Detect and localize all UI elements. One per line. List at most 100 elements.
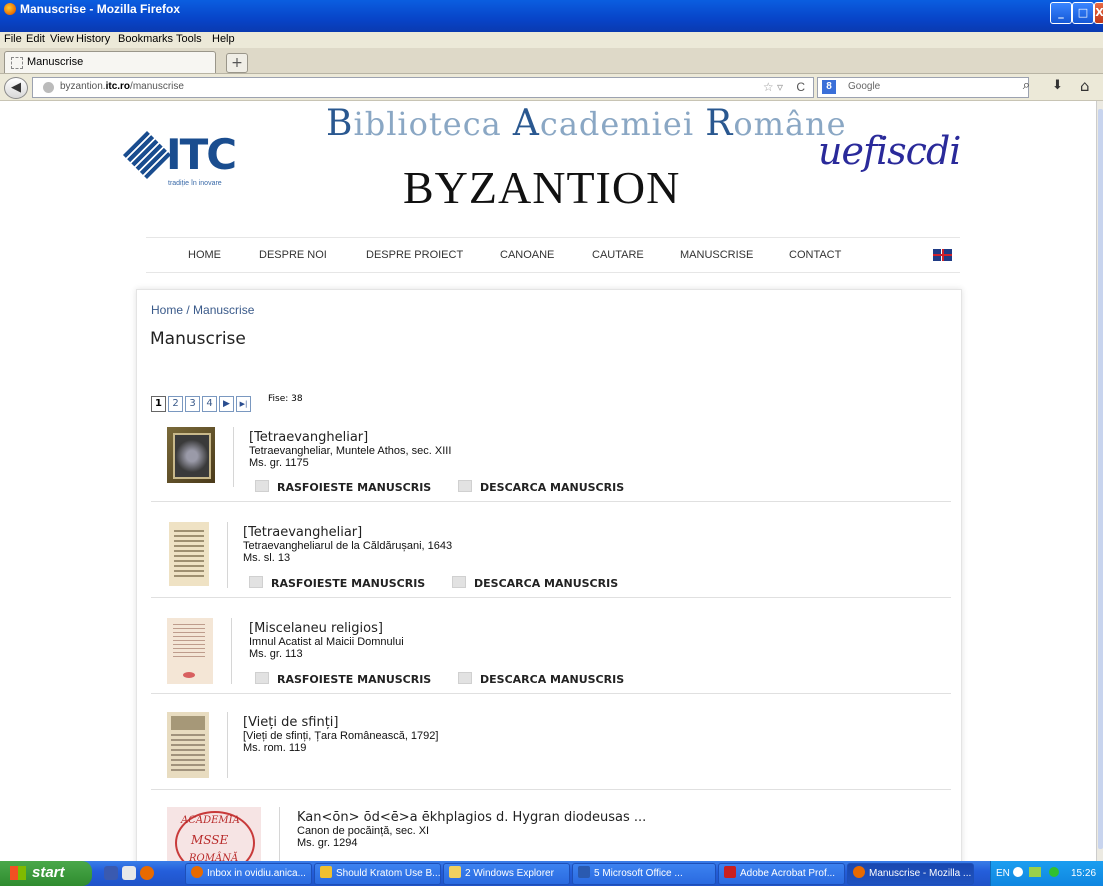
manuscript-entry: [Vieți de sfinți] [Vieți de sfinți, Țara… <box>151 693 951 790</box>
download-manuscript-button[interactable]: DESCARCA MANUSCRIS <box>458 672 624 686</box>
english-flag-icon[interactable] <box>933 249 952 261</box>
menu-help[interactable]: Help <box>212 33 235 45</box>
menu-bookmarks[interactable]: Bookmarks <box>118 33 173 45</box>
taskbar-item[interactable]: Should Kratom Use B... <box>314 863 441 885</box>
bookmark-star-icon[interactable]: ☆ ▿ <box>763 80 783 94</box>
url-text: byzantion.itc.ro/manuscrise <box>60 81 184 92</box>
manuscript-thumbnail[interactable] <box>167 618 213 684</box>
itc-logo[interactable]: ITC tradiție în inovare <box>122 130 243 188</box>
taskbar-item[interactable]: 2 Windows Explorer <box>443 863 570 885</box>
browse-manuscript-button[interactable]: RASFOIESTE MANUSCRIS <box>255 672 431 686</box>
mail-icon <box>320 866 332 878</box>
page-4-button[interactable]: 4 <box>202 396 217 412</box>
stamp-romana: ROMÂNĂ <box>189 853 239 861</box>
manuscript-subtitle: [Vieți de sfinți, Țara Românească, 1792] <box>243 730 439 742</box>
breadcrumb: Home / Manuscrise <box>151 303 255 317</box>
taskbar-item[interactable]: Adobe Acrobat Prof... <box>718 863 845 885</box>
manuscript-thumbnail[interactable] <box>167 427 215 483</box>
taskbar-item[interactable]: Inbox in ovidiu.anica... <box>185 863 312 885</box>
browse-manuscript-button[interactable]: RASFOIESTE MANUSCRIS <box>249 576 425 590</box>
manuscript-thumbnail[interactable] <box>169 522 209 586</box>
nav-despre-proiect[interactable]: DESPRE PROIECT <box>366 249 463 261</box>
manuscript-shelfmark: Ms. gr. 113 <box>249 648 303 660</box>
breadcrumb-current[interactable]: Manuscrise <box>193 303 254 317</box>
manuscript-title[interactable]: [Tetraevangheliar] <box>249 430 368 445</box>
menu-edit[interactable]: Edit <box>26 33 45 45</box>
start-button[interactable]: start <box>0 861 92 886</box>
quicklaunch-icon[interactable] <box>122 866 136 880</box>
navigation-bar: ◀ byzantion.itc.ro/manuscrise ☆ ▿ C 8 Go… <box>0 74 1103 101</box>
search-input[interactable]: Google <box>848 81 880 92</box>
page-icon <box>11 57 23 69</box>
download-manuscript-button[interactable]: DESCARCA MANUSCRIS <box>452 576 618 590</box>
manuscript-title[interactable]: Kan<ōn> ōd<ē>a ēkhplagios d. Hygran diod… <box>297 810 646 825</box>
firefox-icon <box>4 3 16 15</box>
close-button[interactable]: X <box>1094 2 1103 24</box>
menu-view[interactable]: View <box>50 33 74 45</box>
taskbar-item[interactable]: 5 Microsoft Office ... <box>572 863 716 885</box>
breadcrumb-home[interactable]: Home <box>151 303 183 317</box>
manuscript-title[interactable]: [Vieți de sfinți] <box>243 715 339 730</box>
reload-icon[interactable]: C <box>796 80 805 94</box>
nav-contact[interactable]: CONTACT <box>789 249 841 261</box>
browse-icon <box>255 480 269 492</box>
nav-despre-noi[interactable]: DESPRE NOI <box>259 249 327 261</box>
new-tab-button[interactable]: + <box>226 53 248 73</box>
manuscript-shelfmark: Ms. gr. 1175 <box>249 457 309 469</box>
language-indicator[interactable]: EN <box>996 868 1010 879</box>
google-icon[interactable]: 8 <box>822 80 836 94</box>
window-title: Manuscrise - Mozilla Firefox <box>20 2 181 16</box>
browse-manuscript-button[interactable]: RASFOIESTE MANUSCRIS <box>255 480 431 494</box>
nav-cautare[interactable]: CAUTARE <box>592 249 644 261</box>
nav-canoane[interactable]: CANOANE <box>500 249 554 261</box>
tab-manuscrise[interactable]: Manuscrise <box>4 51 216 73</box>
manuscript-shelfmark: Ms. gr. 1294 <box>297 837 358 849</box>
windows-taskbar: start Inbox in ovidiu.anica... Should Kr… <box>0 861 1103 886</box>
acrobat-icon <box>724 866 736 878</box>
last-page-button[interactable]: ▶| <box>236 396 251 412</box>
main-nav: HOME DESPRE NOI DESPRE PROIECT CANOANE C… <box>146 237 960 273</box>
office-icon <box>578 866 590 878</box>
scrollbar-thumb[interactable] <box>1098 109 1103 849</box>
folder-icon <box>449 866 461 878</box>
search-icon[interactable]: ⌕ <box>1023 77 1030 93</box>
manuscript-entry: [Tetraevangheliar] Tetraevangheliar, Mun… <box>151 422 951 502</box>
menu-history[interactable]: History <box>76 33 110 45</box>
search-bar[interactable]: 8 Google ⌕ <box>817 77 1030 98</box>
nav-manuscrise[interactable]: MANUSCRISE <box>680 249 753 261</box>
manuscript-subtitle: Tetraevangheliarul de la Căldărușani, 16… <box>243 540 453 552</box>
tray-icon[interactable] <box>1013 867 1023 877</box>
url-bar[interactable]: byzantion.itc.ro/manuscrise ☆ ▿ C <box>32 77 814 98</box>
status-icon[interactable] <box>1049 867 1059 877</box>
web-page: ITC tradiție în inovare Biblioteca Acade… <box>0 101 1096 861</box>
menu-file[interactable]: File <box>4 33 22 45</box>
download-icon[interactable]: ⬇ <box>1052 78 1063 93</box>
firefox-quicklaunch-icon[interactable] <box>140 866 154 880</box>
next-page-button[interactable]: ▶ <box>219 396 234 412</box>
page-2-button[interactable]: 2 <box>168 396 183 412</box>
back-arrow-icon: ◀ <box>11 80 21 95</box>
nav-home[interactable]: HOME <box>188 249 221 261</box>
page-1-button[interactable]: 1 <box>151 396 166 412</box>
back-button[interactable]: ◀ <box>4 77 28 99</box>
manuscript-thumbnail[interactable]: ACADEMIA MSSE ROMÂNĂ <box>167 807 261 861</box>
uefiscdi-logo[interactable]: uefiscdi <box>818 129 961 173</box>
home-icon[interactable]: ⌂ <box>1080 77 1090 95</box>
manuscript-thumbnail[interactable] <box>167 712 209 778</box>
manuscript-subtitle: Tetraevangheliar, Muntele Athos, sec. XI… <box>249 445 452 457</box>
download-manuscript-button[interactable]: DESCARCA MANUSCRIS <box>458 480 624 494</box>
stamp-msse: MSSE <box>191 833 229 847</box>
menu-tools[interactable]: Tools <box>176 33 202 45</box>
taskbar-item-active[interactable]: Manuscrise - Mozilla ... <box>847 863 974 885</box>
vertical-scrollbar[interactable] <box>1096 101 1103 861</box>
manuscript-title[interactable]: [Tetraevangheliar] <box>243 525 362 540</box>
quicklaunch-icon[interactable] <box>104 866 118 880</box>
minimize-button[interactable]: _ <box>1050 2 1072 24</box>
network-icon[interactable] <box>1029 867 1041 877</box>
window-titlebar: Manuscrise - Mozilla Firefox _ □ X <box>0 0 1103 32</box>
maximize-button[interactable]: □ <box>1072 2 1094 24</box>
manuscript-title[interactable]: [Miscelaneu religios] <box>249 621 383 636</box>
globe-icon <box>43 82 54 93</box>
manuscript-subtitle: Imnul Acatist al Maicii Domnului <box>249 636 404 648</box>
page-3-button[interactable]: 3 <box>185 396 200 412</box>
